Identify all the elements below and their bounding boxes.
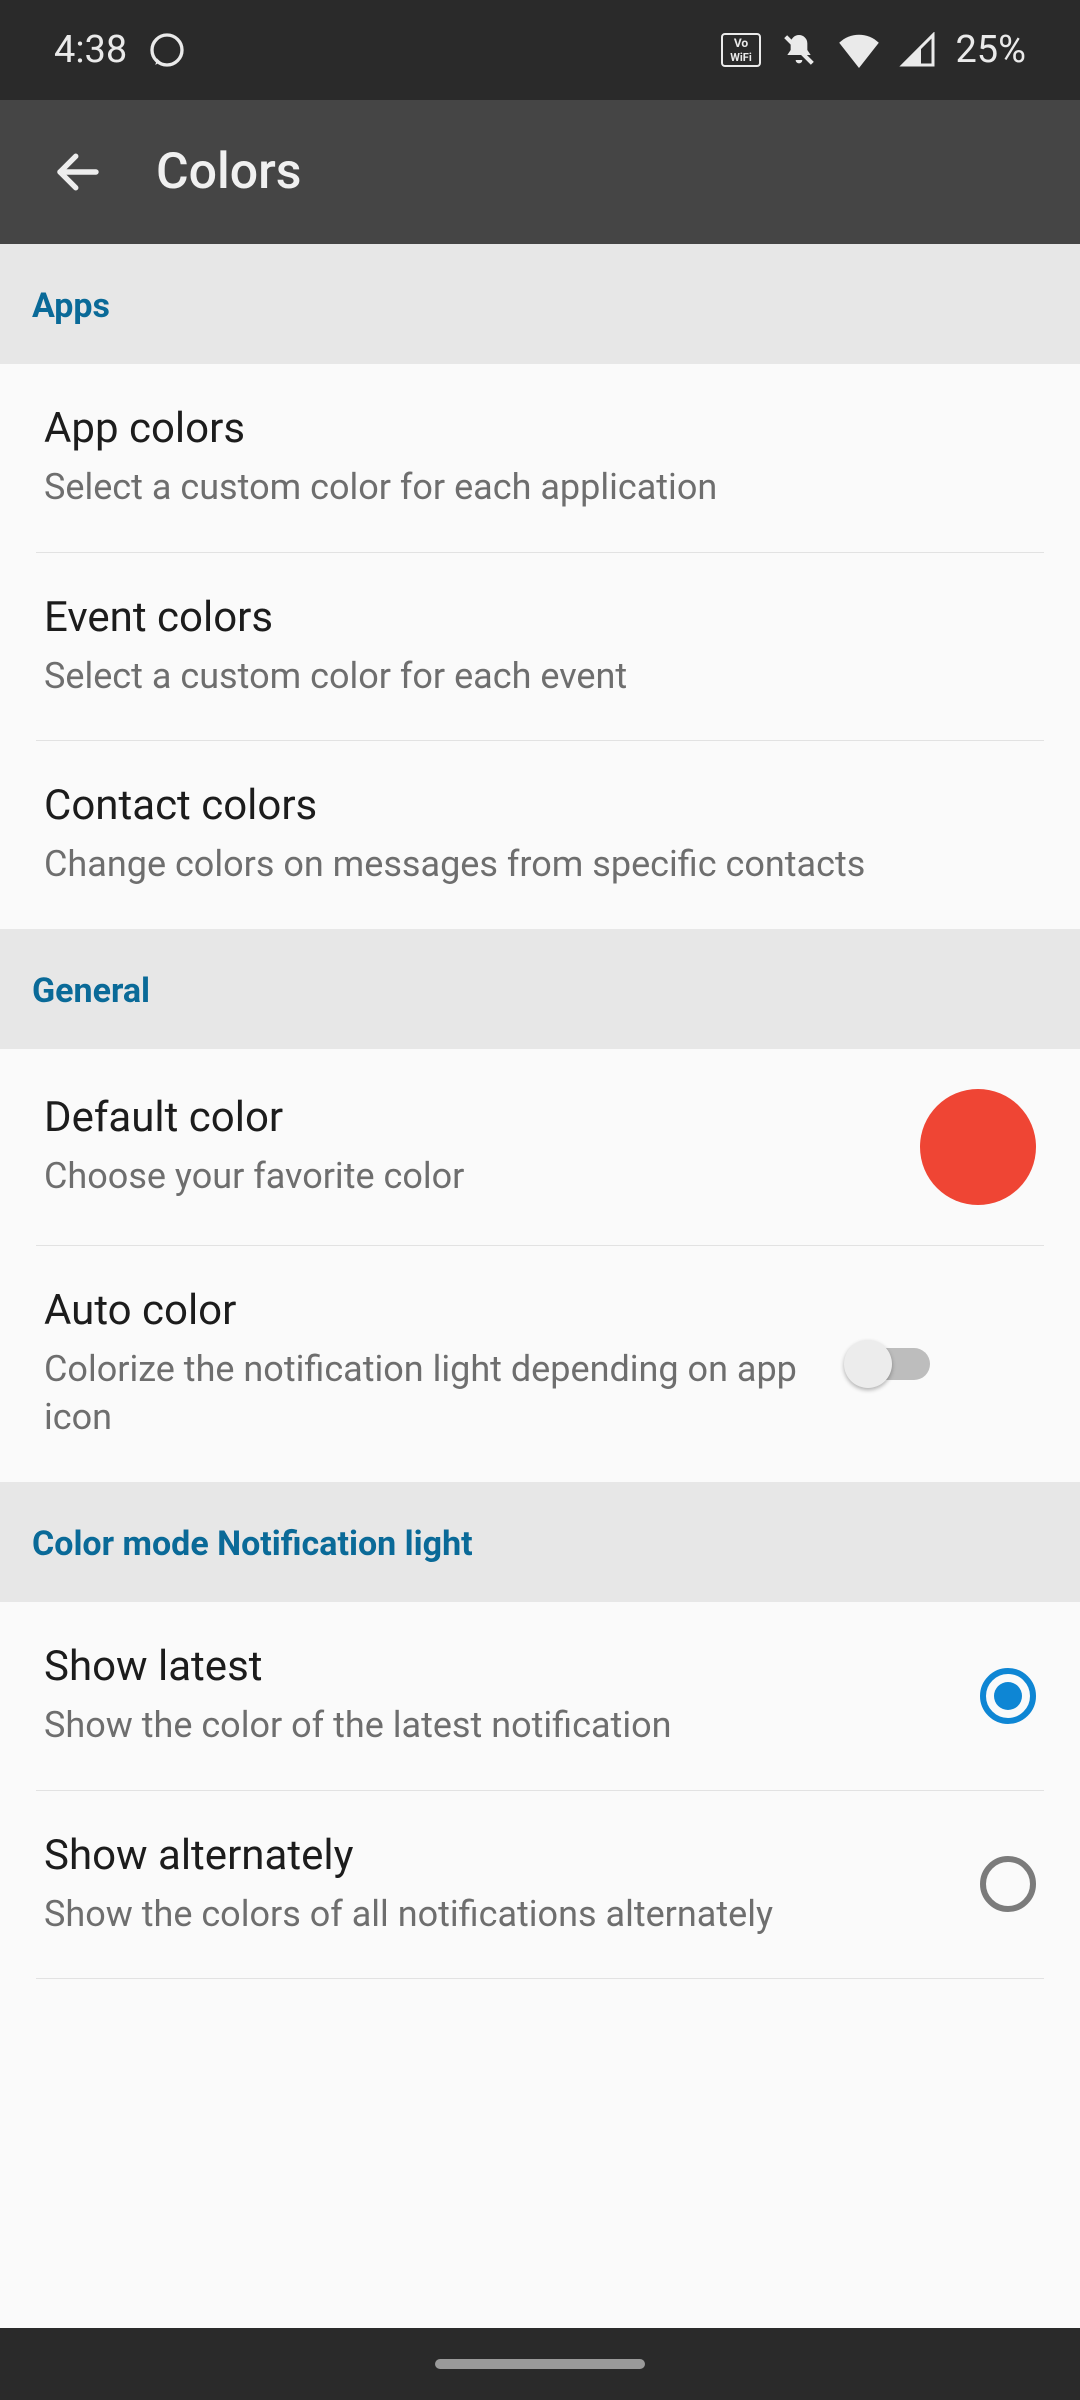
svg-text:Vo: Vo	[734, 36, 749, 50]
item-title: Contact colors	[44, 781, 1036, 830]
item-show-latest[interactable]: Show latest Show the color of the latest…	[0, 1602, 1080, 1790]
svg-text:WiFi: WiFi	[731, 51, 753, 64]
radio-show-alternately[interactable]	[980, 1856, 1036, 1912]
navigation-bar	[0, 2328, 1080, 2400]
item-contact-colors[interactable]: Contact colors Change colors on messages…	[0, 741, 1080, 929]
status-time: 4:38	[54, 28, 127, 72]
item-subtitle: Select a custom color for each event	[44, 652, 1036, 701]
arrow-left-icon	[51, 145, 105, 199]
item-title: Auto color	[44, 1286, 844, 1335]
section-header-color-mode: Color mode Notification light	[0, 1482, 1080, 1602]
switch-thumb	[844, 1340, 892, 1388]
divider	[36, 1978, 1044, 1979]
whatsapp-icon	[147, 30, 187, 70]
dnd-icon	[779, 30, 819, 70]
color-swatch[interactable]	[920, 1089, 1036, 1205]
item-subtitle: Change colors on messages from specific …	[44, 840, 1036, 889]
vowifi-icon: Vo WiFi	[721, 33, 761, 67]
item-auto-color[interactable]: Auto color Colorize the notification lig…	[0, 1246, 1080, 1482]
item-title: App colors	[44, 404, 1036, 453]
item-title: Show latest	[44, 1642, 980, 1691]
item-show-alternately[interactable]: Show alternately Show the colors of all …	[0, 1791, 1080, 1979]
radio-show-latest[interactable]	[980, 1668, 1036, 1724]
item-title: Show alternately	[44, 1831, 980, 1880]
app-bar: Colors	[0, 100, 1080, 244]
item-subtitle: Show the color of the latest notificatio…	[44, 1701, 980, 1750]
item-default-color[interactable]: Default color Choose your favorite color	[0, 1049, 1080, 1245]
battery-text: 25%	[955, 28, 1026, 72]
item-event-colors[interactable]: Event colors Select a custom color for e…	[0, 553, 1080, 741]
signal-icon	[899, 32, 937, 68]
item-subtitle: Colorize the notification light dependin…	[44, 1345, 844, 1442]
section-header-general: General	[0, 929, 1080, 1049]
page-title: Colors	[156, 143, 302, 201]
item-app-colors[interactable]: App colors Select a custom color for eac…	[0, 364, 1080, 552]
back-button[interactable]	[30, 124, 126, 220]
item-subtitle: Show the colors of all notifications alt…	[44, 1890, 980, 1939]
item-title: Default color	[44, 1093, 896, 1142]
item-title: Event colors	[44, 593, 1036, 642]
home-pill[interactable]	[435, 2359, 645, 2369]
auto-color-switch[interactable]	[844, 1342, 930, 1386]
status-bar: 4:38 Vo WiFi	[0, 0, 1080, 100]
item-subtitle: Choose your favorite color	[44, 1152, 896, 1201]
wifi-icon	[837, 32, 881, 68]
section-header-apps: Apps	[0, 244, 1080, 364]
item-subtitle: Select a custom color for each applicati…	[44, 463, 1036, 512]
